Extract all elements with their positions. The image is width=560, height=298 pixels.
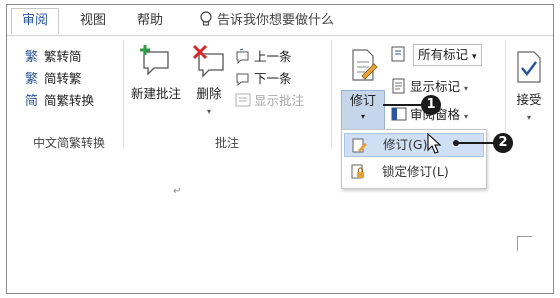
svg-text:繁: 繁 [25,49,38,64]
svg-text:繁: 繁 [25,71,38,86]
group-label-comments: 批注 [214,136,239,150]
simp-to-trad-button[interactable]: 繁 简转繁 [25,68,82,90]
show-comments-icon [235,92,251,108]
simp-trad-convert-button[interactable]: 简 简繁转换 [25,90,94,112]
ribbon-tab-bar: 审阅 视图 帮助 告诉我你想要做什么 [7,5,553,35]
lightbulb-icon [200,11,212,26]
tab-help[interactable]: 帮助 [137,9,163,33]
margin-corner-mark [517,236,532,251]
callout-badge-1: 1 [421,95,441,115]
group-divider [331,40,332,148]
tab-review[interactable]: 审阅 [11,8,59,34]
show-comments-button[interactable]: 显示批注 [235,90,304,112]
paragraph-mark: ↵ [173,186,182,197]
group-divider [123,40,124,148]
convert-icon: 简 [25,92,41,109]
track-changes-button[interactable]: 修订 ▾ [341,90,385,132]
trad-to-simp-icon: 繁 [25,48,41,65]
next-comment-icon [235,70,251,87]
next-comment-button[interactable]: 下一条 [235,68,292,90]
track-changes-icon-area[interactable] [343,48,383,88]
menu-item-lock-tracking[interactable]: 锁定修订(L) [344,160,482,184]
previous-comment-button[interactable]: 上一条 [235,46,292,68]
trad-to-simp-button[interactable]: 繁 繁转简 [25,46,82,68]
tell-me-text: 告诉我你想要做什么 [217,13,335,28]
simp-to-trad-icon: 繁 [25,70,41,87]
track-changes-icon [352,49,378,81]
group-label-conversion: 中文简繁转换 [32,136,105,150]
menu-item-track-changes[interactable]: 修订(G) [344,133,484,157]
delete-comment-icon [192,44,224,78]
callout-line [456,142,496,144]
new-comment-icon [140,45,169,76]
chevron-down-icon: ▾ [526,113,531,122]
group-divider [505,40,506,148]
reviewing-pane-icon [391,106,407,122]
callout-badge-2: 2 [493,133,513,153]
delete-comment-button[interactable]: 删除 ▾ [189,44,229,117]
accept-icon [517,51,541,83]
lock-icon [350,164,366,180]
previous-comment-icon [235,48,251,65]
tab-view[interactable]: 视图 [80,9,106,33]
markup-icon [391,46,407,62]
callout-line [383,104,423,106]
svg-text:简: 简 [25,93,38,108]
word-window: 审阅 视图 帮助 告诉我你想要做什么 繁 繁转简 繁 简转繁 简 简繁转换 中文… [6,4,554,294]
mouse-pointer-icon [427,133,442,154]
chevron-down-icon: ▾ [360,112,365,121]
track-changes-icon [351,138,367,154]
accept-button[interactable]: 接受 ▾ [509,50,549,123]
markup-dropdown[interactable]: 所有标记 ▾ [391,44,482,66]
new-comment-button[interactable]: 新建批注 [127,44,185,102]
track-changes-menu: 修订(G) 锁定修订(L) [341,129,487,189]
tell-me-box[interactable]: 告诉我你想要做什么 [199,9,334,33]
chevron-down-icon: ▾ [206,107,211,116]
show-markup-icon [391,78,407,94]
